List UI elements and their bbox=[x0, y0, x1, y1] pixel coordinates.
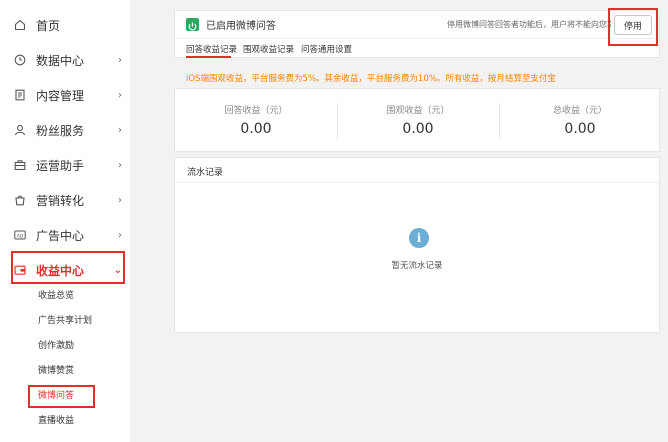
briefcase-icon bbox=[14, 159, 26, 171]
ad-icon: AD bbox=[14, 229, 26, 241]
nav-item-home[interactable]: 首页 bbox=[14, 10, 122, 40]
stat-watch-earnings: 围观收益（元） 0.00 bbox=[337, 89, 499, 137]
fee-notice: iOS端围观收益，平台服务费为5%。其余收益，平台服务费为10%。所有收益，按月… bbox=[186, 74, 556, 84]
nav-item-operations[interactable]: 运营助手 › bbox=[14, 150, 122, 180]
nav-label: 收益中心 bbox=[36, 263, 85, 278]
stat-total-earnings: 总收益（元） 0.00 bbox=[499, 89, 661, 137]
active-tab-underline bbox=[186, 56, 231, 58]
stop-button[interactable]: 停用 bbox=[614, 15, 652, 35]
empty-state-text: 暂无流水记录 bbox=[391, 261, 443, 271]
nav-label: 营销转化 bbox=[36, 193, 85, 208]
home-icon bbox=[14, 19, 26, 31]
nav-item-ads[interactable]: AD 广告中心 › bbox=[14, 220, 122, 250]
nav-label: 粉丝服务 bbox=[36, 123, 85, 138]
nav-item-data-center[interactable]: 数据中心 › bbox=[14, 45, 122, 75]
nav-item-earnings[interactable]: 收益中心 ⌄ bbox=[14, 255, 122, 285]
stat-value: 0.00 bbox=[564, 121, 596, 137]
nav-label: 运营助手 bbox=[36, 158, 85, 173]
user-icon bbox=[14, 124, 26, 136]
nav-item-marketing[interactable]: 营销转化 › bbox=[14, 185, 122, 215]
sidebar: 首页 数据中心 › 内容管理 › 粉丝服务 › 运营助手 › 营销转化 › AD… bbox=[0, 0, 130, 442]
sub-item-weibo-qa[interactable]: 微博问答 bbox=[38, 386, 74, 406]
sub-item-incentive[interactable]: 创作激励 bbox=[38, 336, 74, 356]
nav-label: 广告中心 bbox=[36, 228, 85, 243]
chevron-right-icon: › bbox=[118, 159, 122, 171]
tab-watch-earnings[interactable]: 围观收益记录 bbox=[243, 43, 294, 55]
tab-qa-settings[interactable]: 问答通用设置 bbox=[301, 43, 352, 55]
qa-status-card: 已启用微博问答 停用微博问答回答者功能后，用户将不能向您提问 停用 回答收益记录… bbox=[174, 10, 660, 58]
power-icon bbox=[186, 18, 199, 31]
chevron-right-icon: › bbox=[118, 194, 122, 206]
sub-item-live-earnings[interactable]: 直播收益 bbox=[38, 411, 74, 431]
divider bbox=[175, 182, 659, 183]
clock-icon bbox=[14, 54, 26, 66]
chevron-down-icon: ⌄ bbox=[113, 264, 122, 276]
stat-label: 围观收益（元） bbox=[386, 106, 450, 116]
stat-value: 0.00 bbox=[402, 121, 434, 137]
stat-answer-earnings: 回答收益（元） 0.00 bbox=[175, 89, 337, 137]
sub-item-overview[interactable]: 收益总览 bbox=[38, 286, 74, 306]
svg-text:AD: AD bbox=[17, 233, 24, 239]
info-icon: i bbox=[409, 228, 429, 248]
qa-tabs: 回答收益记录 围观收益记录 问答通用设置 bbox=[175, 38, 659, 59]
ledger-title: 流水记录 bbox=[187, 168, 224, 178]
nav-item-fans[interactable]: 粉丝服务 › bbox=[14, 115, 122, 145]
chevron-right-icon: › bbox=[118, 54, 122, 66]
qa-disable-notice: 停用微博问答回答者功能后，用户将不能向您提问 bbox=[447, 20, 611, 29]
chevron-right-icon: › bbox=[118, 124, 122, 136]
chevron-right-icon: › bbox=[118, 89, 122, 101]
nav-item-content[interactable]: 内容管理 › bbox=[14, 80, 122, 110]
wallet-icon bbox=[14, 264, 26, 276]
ledger-card: 流水记录 i 暂无流水记录 bbox=[174, 157, 660, 333]
stat-value: 0.00 bbox=[240, 121, 272, 137]
nav-label: 数据中心 bbox=[36, 53, 85, 68]
qa-status-text: 已启用微博问答 bbox=[206, 21, 276, 32]
chevron-right-icon: › bbox=[118, 229, 122, 241]
tab-answer-earnings[interactable]: 回答收益记录 bbox=[186, 43, 237, 55]
stat-label: 回答收益（元） bbox=[224, 106, 288, 116]
sub-item-appreciation[interactable]: 微博赞赏 bbox=[38, 361, 74, 381]
stat-label: 总收益（元） bbox=[552, 106, 607, 116]
nav-label: 内容管理 bbox=[36, 88, 85, 103]
nav-label: 首页 bbox=[36, 18, 61, 33]
document-icon bbox=[14, 89, 26, 101]
bag-icon bbox=[14, 194, 26, 206]
sub-item-ad-share[interactable]: 广告共享计划 bbox=[38, 311, 92, 331]
earnings-stats-card: 回答收益（元） 0.00 围观收益（元） 0.00 总收益（元） 0.00 bbox=[174, 88, 660, 152]
